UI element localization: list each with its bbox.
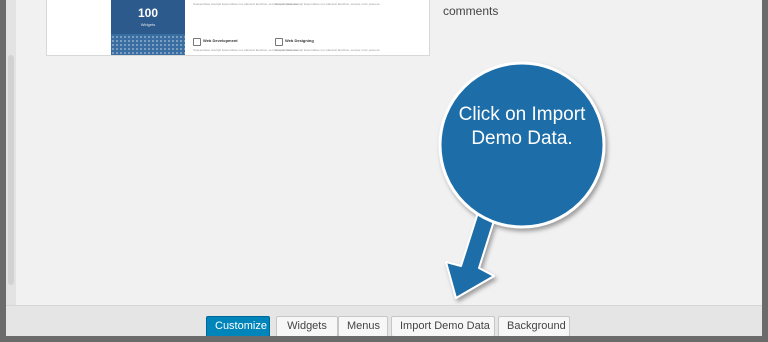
callout-text: Click on Import Demo Data. [458,104,586,149]
screenshot-frame: 100 Widgets Suspendisse suscipit luspend… [6,0,762,336]
customize-button[interactable]: Customize [206,316,270,336]
background-button[interactable]: Background [498,316,570,336]
import-demo-data-button[interactable]: Import Demo Data [391,316,495,336]
menus-button[interactable]: Menus [338,316,388,336]
callout-graphic [438,61,606,299]
bottom-toolbar: Customize Widgets Menus Import Demo Data… [6,305,762,336]
widgets-button[interactable]: Widgets [276,316,338,336]
